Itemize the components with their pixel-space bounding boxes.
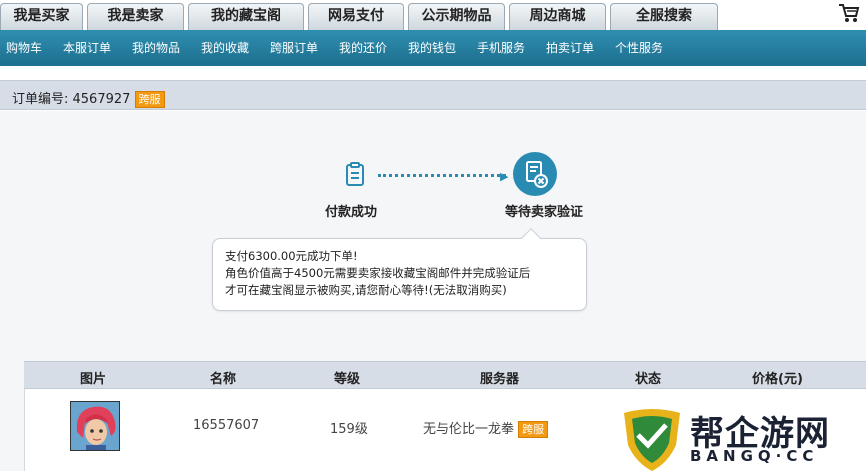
item-level: 159级	[330, 422, 368, 437]
sub-nav-bar: 购物车 本服订单 我的物品 我的收藏 跨服订单 我的还价 我的钱包 手机服务 拍…	[0, 30, 866, 66]
progress-connector	[378, 174, 506, 177]
avatar-image	[71, 402, 119, 450]
server-cross-badge: 跨服	[518, 421, 549, 438]
order-number: 订单编号: 4567927 跨服	[12, 88, 165, 108]
col-image: 图片	[80, 372, 107, 387]
nav-auction-orders[interactable]: 拍卖订单	[546, 30, 594, 66]
document-cancel-icon	[526, 161, 548, 188]
nav-my-favorites[interactable]: 我的收藏	[201, 30, 249, 66]
col-server: 服务器	[480, 372, 520, 387]
tab-my-treasure[interactable]: 我的藏宝阁	[188, 3, 304, 30]
step2-label: 等待卖家验证	[505, 205, 584, 220]
order-number-text: 订单编号: 4567927	[12, 92, 131, 107]
progress-arrow-icon: ▶	[500, 170, 509, 183]
step2-circle	[513, 152, 557, 196]
watermark-subtext: BANGQ·CC	[690, 447, 819, 465]
message-line-3: 才可在藏宝阁显示被购买,请您耐心等待!(无法取消购买)	[225, 283, 507, 297]
nav-my-offers[interactable]: 我的还价	[339, 30, 387, 66]
item-server-name: 无与伦比一龙拳	[423, 422, 515, 437]
nav-my-wallet[interactable]: 我的钱包	[408, 30, 456, 66]
tab-seller[interactable]: 我是卖家	[87, 3, 184, 30]
col-level: 等级	[334, 372, 361, 387]
cart-icon[interactable]	[838, 3, 860, 23]
message-line-2: 角色价值高于4500元需要卖家接收藏宝阁邮件并完成验证后	[225, 266, 531, 280]
nav-my-items[interactable]: 我的物品	[132, 30, 180, 66]
nav-mobile-service[interactable]: 手机服务	[477, 30, 525, 66]
item-name: 16557607	[193, 418, 260, 433]
top-tab-bar: 我是买家 我是卖家 我的藏宝阁 网易支付 公示期物品 周边商城 全服搜索	[0, 0, 866, 30]
nav-personal-service[interactable]: 个性服务	[615, 30, 663, 66]
nav-server-orders[interactable]: 本服订单	[63, 30, 111, 66]
item-server: 无与伦比一龙拳 跨服	[423, 418, 549, 438]
tab-buyer[interactable]: 我是买家	[0, 3, 83, 30]
nav-cart[interactable]: 购物车	[6, 30, 42, 66]
character-avatar[interactable]	[70, 401, 120, 451]
tab-public-items[interactable]: 公示期物品	[408, 3, 505, 30]
col-status: 状态	[635, 372, 662, 387]
col-price: 价格(元)	[752, 372, 803, 387]
col-name: 名称	[210, 372, 237, 387]
cross-server-badge: 跨服	[134, 91, 165, 108]
tab-netease-pay[interactable]: 网易支付	[308, 3, 404, 30]
nav-cross-server-orders[interactable]: 跨服订单	[270, 30, 318, 66]
order-bar: 订单编号: 4567927 跨服	[0, 80, 866, 110]
table-header: 图片 名称 等级 服务器 状态 价格(元)	[24, 361, 866, 389]
step1-label: 付款成功	[325, 205, 378, 220]
tab-search-all[interactable]: 全服搜索	[610, 3, 718, 30]
status-message-box: 支付6300.00元成功下单! 角色价值高于4500元需要卖家接收藏宝阁邮件并完…	[212, 238, 587, 311]
tab-mall[interactable]: 周边商城	[509, 3, 606, 30]
message-line-1: 支付6300.00元成功下单!	[225, 249, 358, 263]
clipboard-icon	[346, 162, 364, 186]
